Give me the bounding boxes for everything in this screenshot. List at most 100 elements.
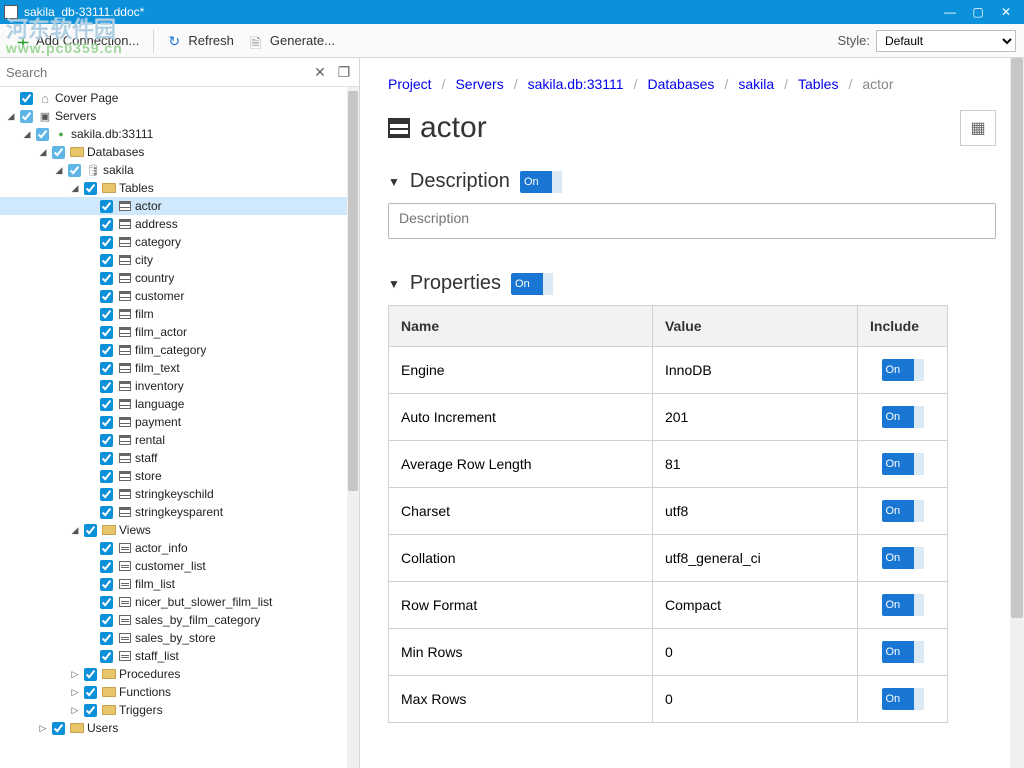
expand-icon[interactable]: ▷ bbox=[68, 703, 82, 717]
tree-view-staff_list[interactable]: staff_list bbox=[0, 647, 359, 665]
tree-table-inventory[interactable]: inventory bbox=[0, 377, 359, 395]
style-select[interactable]: Default bbox=[876, 30, 1016, 52]
grid-view-button[interactable]: ▦ bbox=[960, 110, 996, 146]
tree-table-film_actor[interactable]: film_actor bbox=[0, 323, 359, 341]
tree-view-nicer_but_slower_film_list[interactable]: nicer_but_slower_film_list bbox=[0, 593, 359, 611]
expand-icon[interactable] bbox=[84, 451, 98, 465]
description-switch[interactable]: On bbox=[520, 171, 562, 193]
tree-checkbox[interactable] bbox=[100, 398, 113, 411]
tree-databases[interactable]: ◢Databases bbox=[0, 143, 359, 161]
breadcrumb-sakila[interactable]: sakila bbox=[738, 76, 774, 92]
tree-servers[interactable]: ◢Servers bbox=[0, 107, 359, 125]
tree-table-country[interactable]: country bbox=[0, 269, 359, 287]
expand-icon[interactable] bbox=[84, 361, 98, 375]
expand-icon[interactable] bbox=[84, 505, 98, 519]
properties-toggle-icon[interactable]: ▼ bbox=[388, 277, 400, 291]
tree-checkbox[interactable] bbox=[100, 632, 113, 645]
tree-table-stringkeyschild[interactable]: stringkeyschild bbox=[0, 485, 359, 503]
tree-checkbox[interactable] bbox=[100, 290, 113, 303]
tree-checkbox[interactable] bbox=[100, 362, 113, 375]
tree-views[interactable]: ◢Views bbox=[0, 521, 359, 539]
tree-checkbox[interactable] bbox=[100, 452, 113, 465]
expand-icon[interactable]: ◢ bbox=[4, 109, 18, 123]
properties-switch[interactable]: On bbox=[511, 273, 553, 295]
tree-view-actor_info[interactable]: actor_info bbox=[0, 539, 359, 557]
tree-view-sales_by_film_category[interactable]: sales_by_film_category bbox=[0, 611, 359, 629]
minimize-button[interactable]: — bbox=[936, 5, 964, 19]
expand-icon[interactable] bbox=[84, 559, 98, 573]
tree-checkbox[interactable] bbox=[84, 182, 97, 195]
tree-cover-page[interactable]: Cover Page bbox=[0, 89, 359, 107]
include-switch[interactable]: On bbox=[882, 359, 924, 381]
expand-icon[interactable] bbox=[84, 271, 98, 285]
tree-checkbox[interactable] bbox=[100, 596, 113, 609]
tree-table-customer[interactable]: customer bbox=[0, 287, 359, 305]
tree-checkbox[interactable] bbox=[100, 308, 113, 321]
tree-table-film[interactable]: film bbox=[0, 305, 359, 323]
expand-icon[interactable] bbox=[84, 415, 98, 429]
expand-icon[interactable] bbox=[84, 379, 98, 393]
content-scroll-thumb[interactable] bbox=[1011, 58, 1023, 618]
tree-checkbox[interactable] bbox=[100, 560, 113, 573]
include-switch[interactable]: On bbox=[882, 547, 924, 569]
expand-icon[interactable] bbox=[84, 343, 98, 357]
tree-table-category[interactable]: category bbox=[0, 233, 359, 251]
expand-icon[interactable] bbox=[84, 217, 98, 231]
tree-checkbox[interactable] bbox=[84, 668, 97, 681]
breadcrumb-databases[interactable]: Databases bbox=[647, 76, 714, 92]
expand-icon[interactable] bbox=[84, 541, 98, 555]
expand-icon[interactable] bbox=[84, 649, 98, 663]
search-input[interactable] bbox=[6, 61, 305, 83]
tree-table-actor[interactable]: actor bbox=[0, 197, 359, 215]
breadcrumb-sakila-db-33111[interactable]: sakila.db:33111 bbox=[528, 76, 624, 92]
include-switch[interactable]: On bbox=[882, 406, 924, 428]
expand-icon[interactable] bbox=[84, 235, 98, 249]
expand-icon[interactable]: ▷ bbox=[36, 721, 50, 735]
expand-icon[interactable]: ◢ bbox=[36, 145, 50, 159]
tree-checkbox[interactable] bbox=[100, 200, 113, 213]
tree-view-customer_list[interactable]: customer_list bbox=[0, 557, 359, 575]
tree-checkbox[interactable] bbox=[100, 218, 113, 231]
expand-icon[interactable] bbox=[84, 289, 98, 303]
expand-icon[interactable] bbox=[84, 577, 98, 591]
tree-checkbox[interactable] bbox=[100, 470, 113, 483]
generate-button[interactable]: Generate... bbox=[242, 29, 343, 53]
expand-icon[interactable] bbox=[84, 433, 98, 447]
tree-table-rental[interactable]: rental bbox=[0, 431, 359, 449]
refresh-button[interactable]: Refresh bbox=[160, 29, 242, 53]
tree-scroll-thumb[interactable] bbox=[348, 91, 358, 491]
tree-checkbox[interactable] bbox=[100, 254, 113, 267]
tree-checkbox[interactable] bbox=[68, 164, 81, 177]
expand-icon[interactable]: ◢ bbox=[68, 181, 82, 195]
expand-icon[interactable] bbox=[84, 253, 98, 267]
tree-checkbox[interactable] bbox=[84, 704, 97, 717]
add-connection-button[interactable]: Add Connection... bbox=[8, 29, 147, 53]
tree-checkbox[interactable] bbox=[84, 524, 97, 537]
tree-checkbox[interactable] bbox=[100, 506, 113, 519]
expand-icon[interactable]: ▷ bbox=[68, 667, 82, 681]
expand-icon[interactable] bbox=[4, 91, 18, 105]
expand-icon[interactable]: ▷ bbox=[68, 685, 82, 699]
tree[interactable]: Cover Page◢Servers◢sakila.db:33111◢Datab… bbox=[0, 87, 359, 768]
tree-checkbox[interactable] bbox=[100, 434, 113, 447]
description-input[interactable] bbox=[388, 203, 996, 239]
include-switch[interactable]: On bbox=[882, 500, 924, 522]
expand-icon[interactable] bbox=[84, 487, 98, 501]
tree-checkbox[interactable] bbox=[100, 578, 113, 591]
expand-icon[interactable] bbox=[84, 631, 98, 645]
tree-checkbox[interactable] bbox=[100, 650, 113, 663]
content-scrollbar[interactable] bbox=[1010, 58, 1024, 768]
tree-procedures[interactable]: ▷Procedures bbox=[0, 665, 359, 683]
tree-scrollbar[interactable] bbox=[347, 87, 359, 768]
expand-icon[interactable]: ◢ bbox=[68, 523, 82, 537]
tree-table-payment[interactable]: payment bbox=[0, 413, 359, 431]
tree-functions[interactable]: ▷Functions bbox=[0, 683, 359, 701]
tree-checkbox[interactable] bbox=[52, 722, 65, 735]
close-button[interactable]: ✕ bbox=[992, 5, 1020, 19]
tree-table-store[interactable]: store bbox=[0, 467, 359, 485]
tree-checkbox[interactable] bbox=[52, 146, 65, 159]
tree-table-address[interactable]: address bbox=[0, 215, 359, 233]
tree-checkbox[interactable] bbox=[36, 128, 49, 141]
tree-users[interactable]: ▷Users bbox=[0, 719, 359, 737]
expand-icon[interactable] bbox=[84, 613, 98, 627]
